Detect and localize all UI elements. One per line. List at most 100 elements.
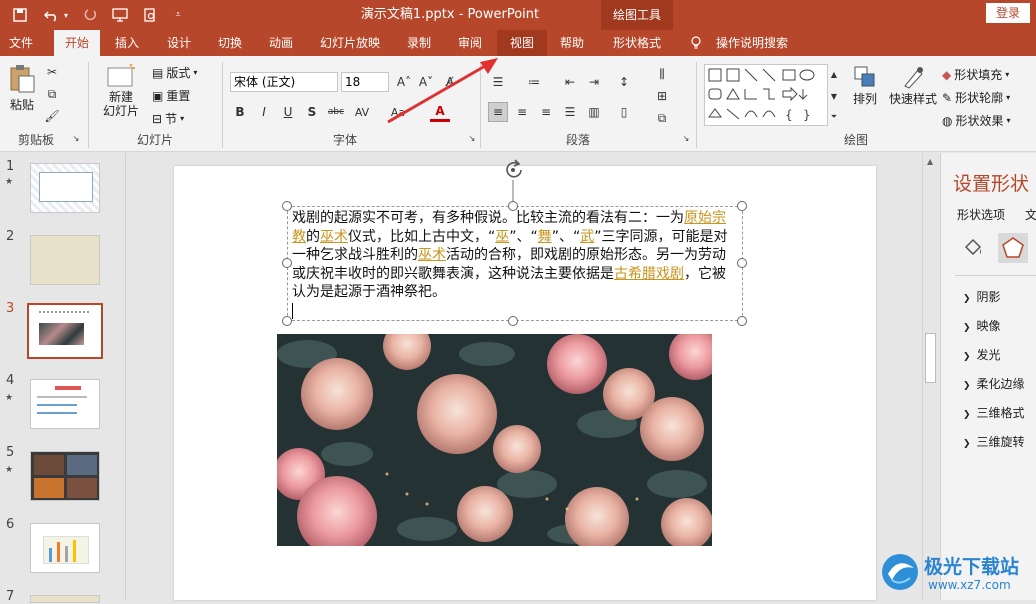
3d-rotation-section[interactable]: ❯ 三维旋转: [963, 433, 1025, 450]
annotation-arrow-icon: [387, 58, 498, 124]
svg-text:{: {: [785, 108, 793, 122]
decrease-indent-icon[interactable]: ⇤: [560, 72, 580, 92]
font-name-combo[interactable]: 宋体 (正文): [230, 72, 338, 92]
resize-handle-w[interactable]: [282, 258, 292, 268]
slide-thumbnail-4[interactable]: [30, 379, 100, 429]
slide-thumbnail-2[interactable]: [30, 235, 100, 285]
bold-icon[interactable]: B: [230, 102, 250, 122]
rotate-handle-icon[interactable]: [502, 158, 524, 206]
slide-thumbnail-6[interactable]: [30, 523, 100, 573]
hyperlink[interactable]: 舞: [538, 229, 552, 245]
shadow-icon[interactable]: S: [302, 102, 322, 122]
shape-fill-button[interactable]: ◆ 形状填充 ▾: [942, 66, 1009, 83]
layout-button[interactable]: ▤ 版式 ▾: [152, 64, 197, 81]
tab-file[interactable]: 文件: [0, 30, 42, 56]
present-from-start-icon[interactable]: [108, 3, 132, 27]
distributed-icon[interactable]: ▥: [584, 102, 604, 122]
justify-icon[interactable]: ☰: [560, 102, 580, 122]
hyperlink[interactable]: 巫: [495, 229, 509, 245]
quick-styles-icon: [904, 67, 923, 89]
drawing-tools-label: 绘图工具: [601, 0, 673, 30]
slide-thumbnail-1[interactable]: [30, 163, 100, 213]
char-spacing-icon[interactable]: AV: [352, 102, 372, 122]
smartart-icon[interactable]: ⧉: [652, 108, 672, 128]
copy-icon[interactable]: ⧉: [42, 84, 62, 104]
shape-options-tab[interactable]: 形状选项: [957, 206, 1005, 223]
tab-design[interactable]: 设计: [158, 30, 200, 56]
effects-icon[interactable]: [998, 233, 1028, 263]
paste-button[interactable]: 粘贴: [6, 64, 38, 113]
hyperlink[interactable]: 巫术: [418, 247, 446, 263]
save-icon[interactable]: [8, 3, 32, 27]
lightbulb-icon: [688, 30, 704, 56]
tab-help[interactable]: 帮助: [551, 30, 593, 56]
format-painter-icon[interactable]: 🖌: [42, 106, 62, 126]
slide-thumbnail-5[interactable]: [30, 451, 100, 501]
hyperlink[interactable]: 武: [580, 229, 594, 245]
tab-slideshow[interactable]: 幻灯片放映: [313, 30, 387, 56]
section-button[interactable]: ⊟ 节 ▾: [152, 110, 184, 127]
line-spacing-icon[interactable]: ↕: [614, 72, 634, 92]
strikethrough-icon[interactable]: abc: [326, 102, 346, 122]
soft-edges-section[interactable]: ❯ 柔化边缘: [963, 375, 1025, 392]
new-slide-button[interactable]: 新建 幻灯片: [96, 64, 146, 118]
scroll-up-icon[interactable]: ▲: [927, 157, 933, 166]
align-center-icon[interactable]: ≡: [512, 102, 532, 122]
arrange-icon: [854, 66, 875, 87]
tab-home[interactable]: 开始: [54, 30, 100, 56]
animation-star-icon: ★: [5, 177, 14, 187]
resize-handle-nw[interactable]: [282, 201, 292, 211]
customize-qat-icon[interactable]: ⩡: [166, 3, 190, 27]
quick-styles-button[interactable]: 快速样式: [886, 64, 940, 107]
layout-label: 版式: [166, 66, 191, 80]
body-text: ”、“: [551, 228, 581, 245]
arrange-button[interactable]: 排列: [846, 64, 884, 107]
tell-me-search[interactable]: 操作说明搜索: [710, 30, 794, 56]
hyperlink[interactable]: 古希腊戏剧: [614, 266, 684, 282]
ribbon: 粘贴 ✂ ⧉ 🖌 剪贴板 ↘ 新建 幻灯片 ▤ 版式 ▾ ▣ 重置 ⊟ 节 ▾ 幻灯片 宋…: [0, 56, 1036, 152]
italic-icon[interactable]: I: [254, 102, 274, 122]
slide-number: 4: [6, 373, 15, 388]
glow-section[interactable]: ❯ 发光: [963, 346, 1001, 363]
shadow-section[interactable]: ❯ 阴影: [963, 288, 1001, 305]
numbering-icon[interactable]: ≔: [524, 72, 544, 92]
reflection-section[interactable]: ❯ 映像: [963, 317, 1001, 334]
columns-icon[interactable]: ▯: [614, 102, 634, 122]
tab-animations[interactable]: 动画: [260, 30, 302, 56]
redo-icon[interactable]: [78, 3, 102, 27]
resize-handle-sw[interactable]: [282, 316, 292, 326]
fill-line-icon[interactable]: [961, 235, 985, 259]
tab-shape-format[interactable]: 形状格式: [603, 30, 671, 56]
hyperlink[interactable]: 巫术: [320, 229, 348, 245]
cut-icon[interactable]: ✂: [42, 62, 62, 82]
slide-thumbnail-3[interactable]: [27, 303, 103, 359]
shapes-gallery[interactable]: {}: [704, 64, 828, 126]
underline-icon[interactable]: U: [278, 102, 298, 122]
align-text-icon[interactable]: ⊞: [652, 86, 672, 106]
3d-format-section[interactable]: ❯ 三维格式: [963, 404, 1025, 421]
gallery-up-icon[interactable]: ▲: [828, 64, 840, 84]
undo-dropdown-icon[interactable]: ▾: [60, 3, 72, 27]
text-direction-icon[interactable]: ⫼: [652, 64, 672, 84]
reset-button[interactable]: ▣ 重置: [152, 87, 190, 104]
paragraph-launcher-icon[interactable]: ↘: [680, 132, 692, 144]
slide-thumbnail-7[interactable]: [30, 595, 100, 603]
text-box-content[interactable]: 戏剧的起源实不可考，有多种假说。比较主流的看法有二：一为原始宗教的巫术仪式，比如…: [292, 209, 739, 320]
shape-effects-button[interactable]: ◍ 形状效果 ▾: [942, 112, 1011, 129]
roses-photo[interactable]: [277, 334, 712, 546]
gallery-more-icon[interactable]: ⏷: [828, 108, 840, 126]
font-launcher-icon[interactable]: ↘: [466, 132, 478, 144]
shape-outline-button[interactable]: ✎ 形状轮廓 ▾: [942, 89, 1010, 106]
gallery-down-icon[interactable]: ▼: [828, 86, 840, 106]
scroll-thumb[interactable]: [925, 333, 936, 383]
clipboard-launcher-icon[interactable]: ↘: [70, 132, 82, 144]
increase-indent-icon[interactable]: ⇥: [584, 72, 604, 92]
tab-transitions[interactable]: 切换: [209, 30, 251, 56]
reset-icon: ▣: [152, 88, 164, 103]
vertical-scrollbar[interactable]: ▲: [922, 153, 939, 600]
tab-insert[interactable]: 插入: [106, 30, 148, 56]
align-right-icon[interactable]: ≡: [536, 102, 556, 122]
login-button[interactable]: 登录: [986, 3, 1030, 23]
print-preview-icon[interactable]: [138, 3, 162, 27]
text-options-tab[interactable]: 文: [1025, 206, 1036, 223]
